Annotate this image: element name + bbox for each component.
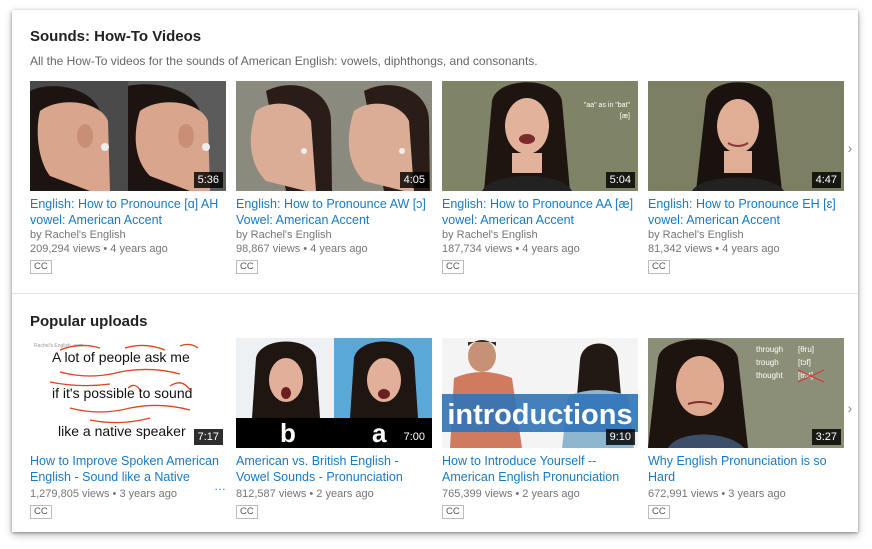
video-channel[interactable]: by Rachel's English bbox=[648, 228, 844, 242]
overlay-caption: "aa" as in "bat" bbox=[584, 102, 631, 109]
video-title-link[interactable]: English: How to Pronounce EH [ɛ] vowel: … bbox=[648, 196, 844, 228]
video-item: 4:05 English: How to Pronounce AW [ɔ] Vo… bbox=[236, 81, 432, 274]
overlay-word-2: trough bbox=[756, 358, 779, 367]
view-count: 98,867 views bbox=[236, 243, 301, 255]
upload-age: 2 years ago bbox=[522, 488, 580, 500]
video-channel[interactable]: by Rachel's English bbox=[236, 228, 432, 242]
view-count: 81,342 views bbox=[648, 243, 713, 255]
video-duration: 4:05 bbox=[399, 172, 429, 188]
video-duration: 7:17 bbox=[193, 429, 223, 445]
cc-badge: CC bbox=[236, 260, 258, 274]
video-thumbnail[interactable]: 4:47 bbox=[648, 81, 844, 191]
video-stats: 812,587 views • 2 years ago bbox=[236, 488, 374, 500]
view-count: 1,279,805 views bbox=[30, 488, 110, 500]
overlay-letter-a: a bbox=[372, 418, 387, 448]
view-count: 765,399 views bbox=[442, 488, 513, 500]
video-title-link[interactable]: English: How to Pronounce [ɑ] AH vowel: … bbox=[30, 196, 226, 228]
video-stats: 81,342 views • 4 years ago bbox=[648, 243, 780, 255]
upload-age: 4 years ago bbox=[310, 243, 368, 255]
shelf-description: All the How-To videos for the sounds of … bbox=[30, 54, 538, 68]
overlay-line-3: like a native speaker bbox=[58, 423, 186, 439]
cc-badge: CC bbox=[30, 505, 52, 519]
overlay-title: introductions bbox=[447, 399, 632, 431]
cc-badge: CC bbox=[442, 260, 464, 274]
overlay-ipa-2: [tɔf] bbox=[798, 358, 811, 367]
video-duration: 5:36 bbox=[193, 172, 223, 188]
cc-badge: CC bbox=[30, 260, 52, 274]
overlay-word-1: through bbox=[756, 345, 783, 354]
overlay-word-3: thought bbox=[756, 371, 783, 380]
view-count: 672,991 views bbox=[648, 488, 719, 500]
upload-age: 2 years ago bbox=[316, 488, 374, 500]
video-item: 5:36 English: How to Pronounce [ɑ] AH vo… bbox=[30, 81, 226, 274]
chevron-right-icon: › bbox=[847, 400, 853, 416]
video-duration: 7:00 bbox=[399, 429, 429, 445]
view-count: 209,294 views bbox=[30, 243, 101, 255]
upload-age: 3 years ago bbox=[728, 488, 786, 500]
video-item: "aa" as in "bat" [æ] 5:04 English: How t… bbox=[442, 81, 638, 274]
video-duration: 5:04 bbox=[605, 172, 635, 188]
video-title-link[interactable]: How to Improve Spoken American English -… bbox=[30, 453, 226, 485]
overlay-ipa: [æ] bbox=[620, 113, 630, 120]
title-truncation-ellipsis: … bbox=[214, 479, 226, 493]
upload-age: 3 years ago bbox=[119, 488, 177, 500]
video-thumbnail[interactable]: Rachel's English .com A lot of people as… bbox=[30, 338, 226, 448]
shelf-next-button[interactable]: › bbox=[844, 140, 856, 156]
video-title-link[interactable]: English: How to Pronounce AA [æ] vowel: … bbox=[442, 196, 638, 228]
video-item: introductions 9:10 How to Introduce Your… bbox=[442, 338, 638, 519]
cc-badge: CC bbox=[648, 505, 670, 519]
video-item: through [θru] trough [tɔf] thought [θɔt]… bbox=[648, 338, 844, 519]
chevron-right-icon: › bbox=[847, 140, 853, 156]
video-item: 4:47 English: How to Pronounce EH [ɛ] vo… bbox=[648, 81, 844, 274]
video-title-link[interactable]: English: How to Pronounce AW [ɔ] Vowel: … bbox=[236, 196, 432, 228]
video-title-link[interactable]: American vs. British English - Vowel Sou… bbox=[236, 453, 432, 485]
view-count: 187,734 views bbox=[442, 243, 513, 255]
video-thumbnail[interactable]: "aa" as in "bat" [æ] 5:04 bbox=[442, 81, 638, 191]
video-channel[interactable]: by Rachel's English bbox=[442, 228, 638, 242]
cc-badge: CC bbox=[442, 505, 464, 519]
channel-shelves-card: Sounds: How-To Videos All the How-To vid… bbox=[12, 10, 858, 532]
upload-age: 4 years ago bbox=[522, 243, 580, 255]
video-item: Rachel's English .com A lot of people as… bbox=[30, 338, 226, 519]
cc-badge: CC bbox=[236, 505, 258, 519]
video-stats: 187,734 views • 4 years ago bbox=[442, 243, 580, 255]
video-duration: 4:47 bbox=[811, 172, 841, 188]
video-title-link[interactable]: How to Introduce Yourself -- American En… bbox=[442, 453, 638, 485]
shelf-title[interactable]: Sounds: How-To Videos bbox=[30, 28, 201, 45]
video-duration: 9:10 bbox=[605, 429, 635, 445]
cc-badge: CC bbox=[648, 260, 670, 274]
overlay-letter-b: b bbox=[280, 418, 296, 448]
video-channel[interactable]: by Rachel's English bbox=[30, 228, 226, 242]
shelf-next-button[interactable]: › bbox=[844, 400, 856, 416]
video-stats: 765,399 views • 2 years ago bbox=[442, 488, 580, 500]
video-thumbnail[interactable]: b a 7:00 bbox=[236, 338, 432, 448]
video-thumbnail[interactable]: introductions 9:10 bbox=[442, 338, 638, 448]
view-count: 812,587 views bbox=[236, 488, 307, 500]
video-title-link[interactable]: Why English Pronunciation is so Hard bbox=[648, 453, 844, 485]
video-thumbnail[interactable]: 4:05 bbox=[236, 81, 432, 191]
video-thumbnail[interactable]: 5:36 bbox=[30, 81, 226, 191]
video-stats: 98,867 views • 4 years ago bbox=[236, 243, 368, 255]
overlay-ipa-1: [θru] bbox=[798, 345, 814, 354]
upload-age: 4 years ago bbox=[110, 243, 168, 255]
overlay-line-2: if it's possible to sound bbox=[52, 385, 192, 401]
shelf-sounds-how-to: Sounds: How-To Videos All the How-To vid… bbox=[12, 10, 858, 293]
shelf-popular-uploads: Popular uploads Rachel's English .com A … bbox=[12, 294, 858, 532]
video-duration: 3:27 bbox=[811, 429, 841, 445]
shelf-title[interactable]: Popular uploads bbox=[30, 313, 148, 330]
video-stats: 209,294 views • 4 years ago bbox=[30, 243, 168, 255]
video-stats: 1,279,805 views • 3 years ago bbox=[30, 488, 177, 500]
video-stats: 672,991 views • 3 years ago bbox=[648, 488, 786, 500]
upload-age: 4 years ago bbox=[722, 243, 780, 255]
video-item: b a 7:00 American vs. British English - … bbox=[236, 338, 432, 519]
video-thumbnail[interactable]: through [θru] trough [tɔf] thought [θɔt]… bbox=[648, 338, 844, 448]
overlay-line-1: A lot of people ask me bbox=[52, 349, 190, 365]
